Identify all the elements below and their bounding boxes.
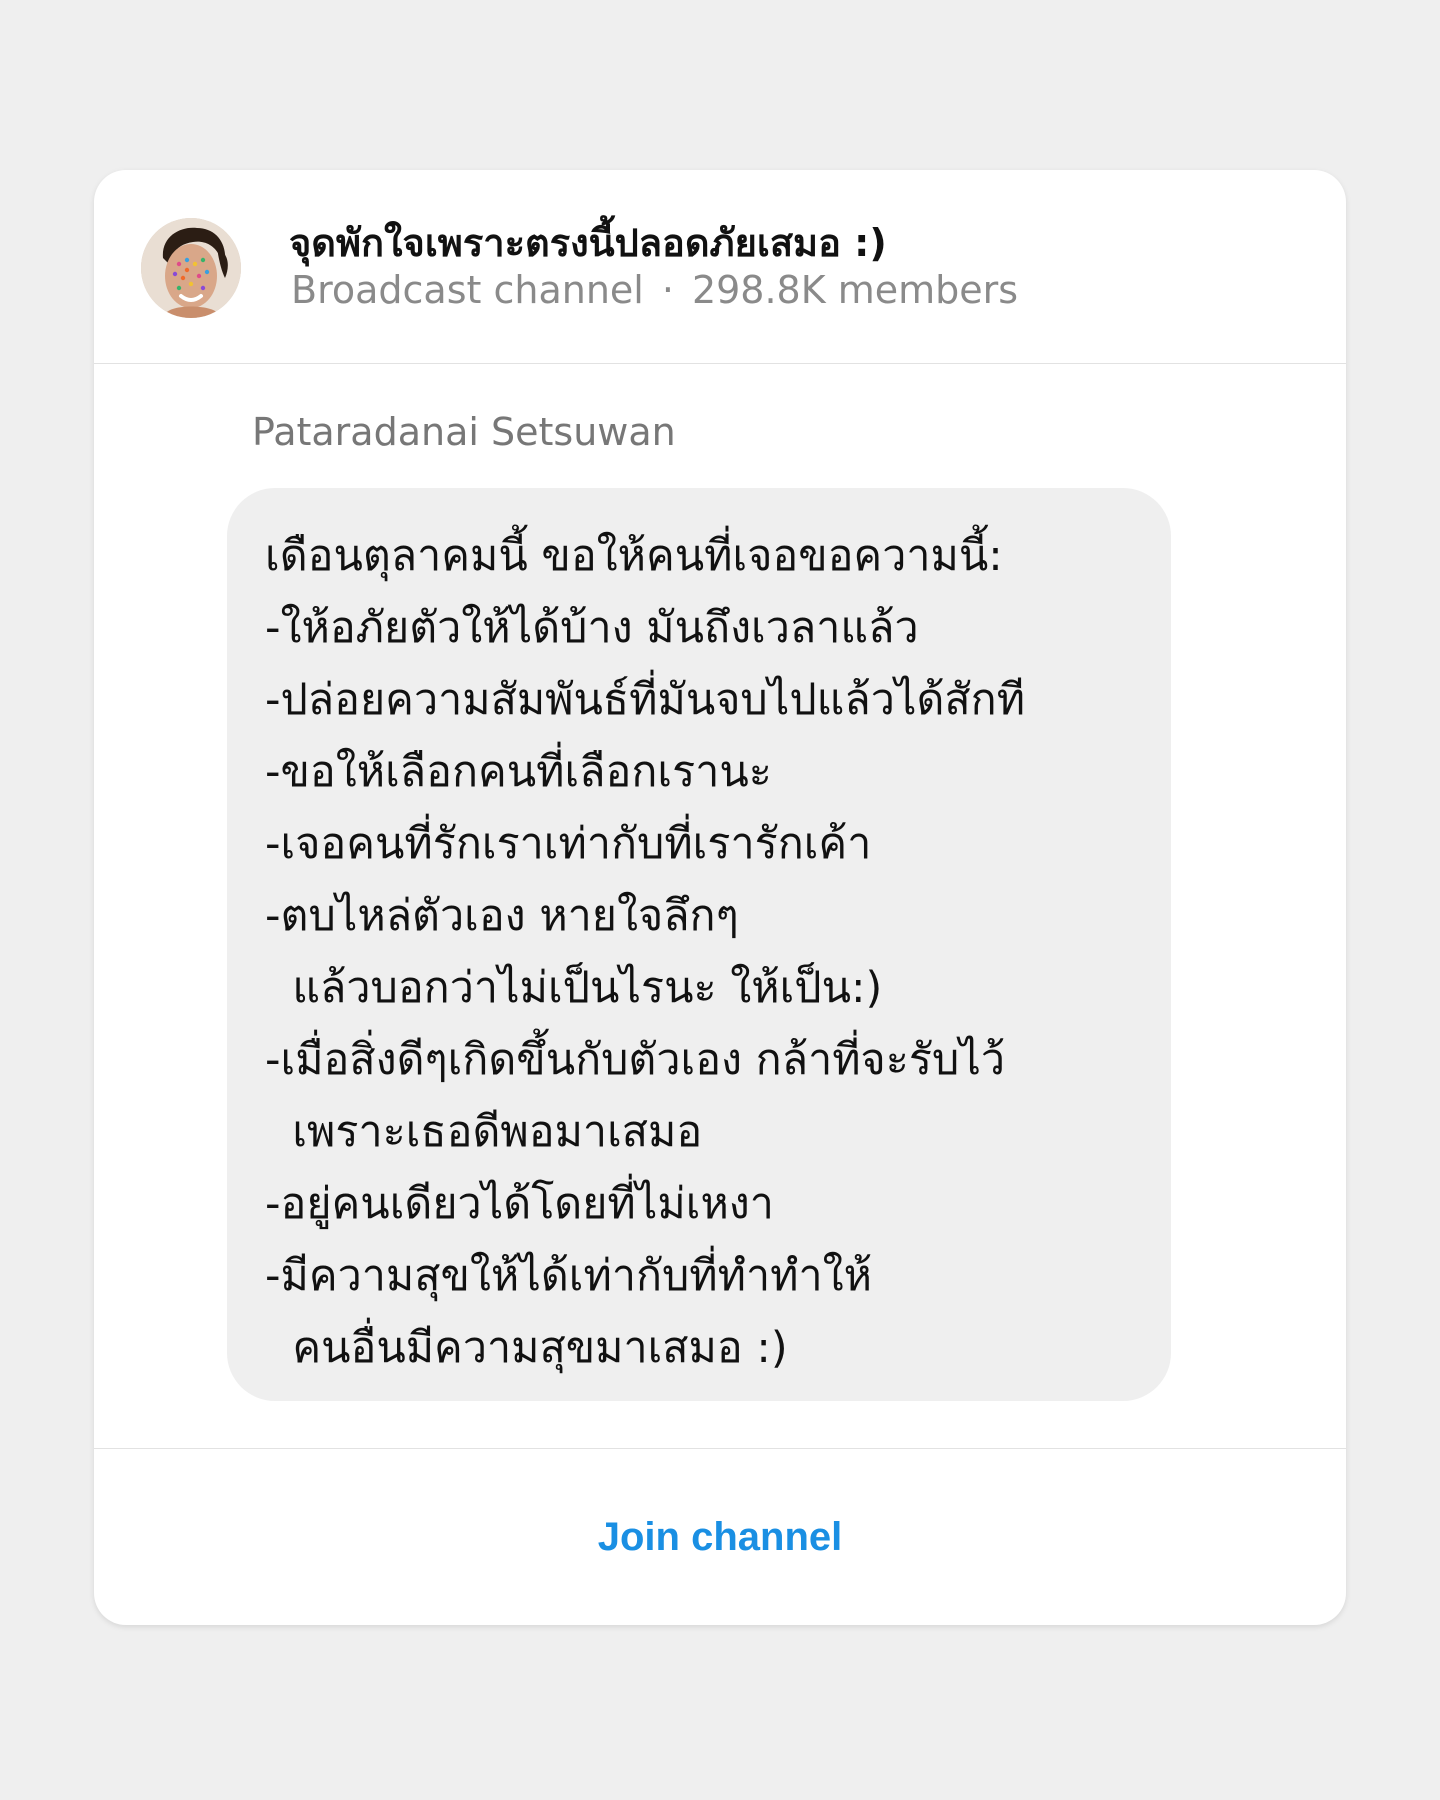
channel-name: จุดพักใจเพราะตรงนี้ปลอดภัยเสมอ :) xyxy=(289,221,887,265)
channel-invite-card: จุดพักใจเพราะตรงนี้ปลอดภัยเสมอ :) Broadc… xyxy=(94,170,1346,1625)
channel-meta: Broadcast channel · 298.8K members xyxy=(291,268,1018,312)
channel-avatar[interactable] xyxy=(141,218,241,318)
channel-header: จุดพักใจเพราะตรงนี้ปลอดภัยเสมอ :) Broadc… xyxy=(94,170,1346,364)
join-channel-button[interactable]: Join channel xyxy=(94,1449,1346,1625)
avatar-portrait-icon xyxy=(141,218,241,318)
meta-separator: · xyxy=(661,268,674,312)
message-text: เดือนตุลาคมนี้ ขอให้คนที่เจอขอความนี้: -… xyxy=(265,531,1026,1373)
sender-name: Pataradanai Setsuwan xyxy=(252,410,676,454)
card-footer: Join channel xyxy=(94,1448,1346,1625)
message-bubble: เดือนตุลาคมนี้ ขอให้คนที่เจอขอความนี้: -… xyxy=(227,488,1171,1401)
member-count: 298.8K members xyxy=(691,268,1019,312)
channel-type: Broadcast channel xyxy=(291,268,644,312)
